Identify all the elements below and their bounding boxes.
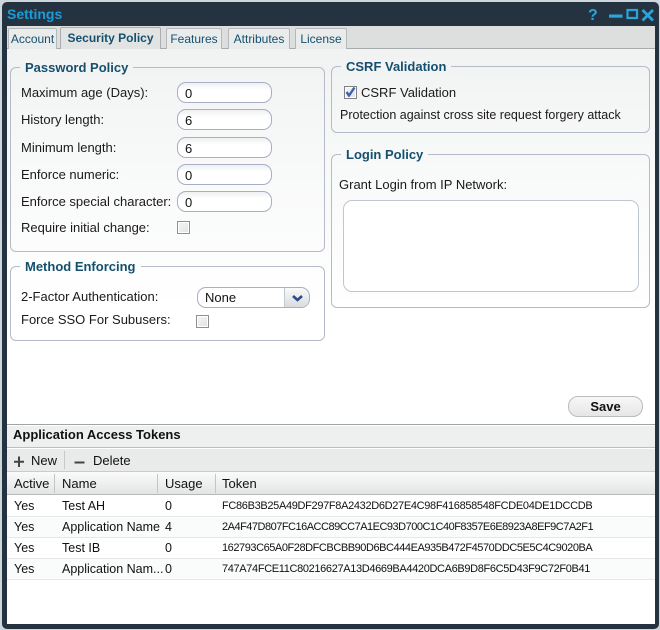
svg-text:?: ? [588, 7, 598, 24]
